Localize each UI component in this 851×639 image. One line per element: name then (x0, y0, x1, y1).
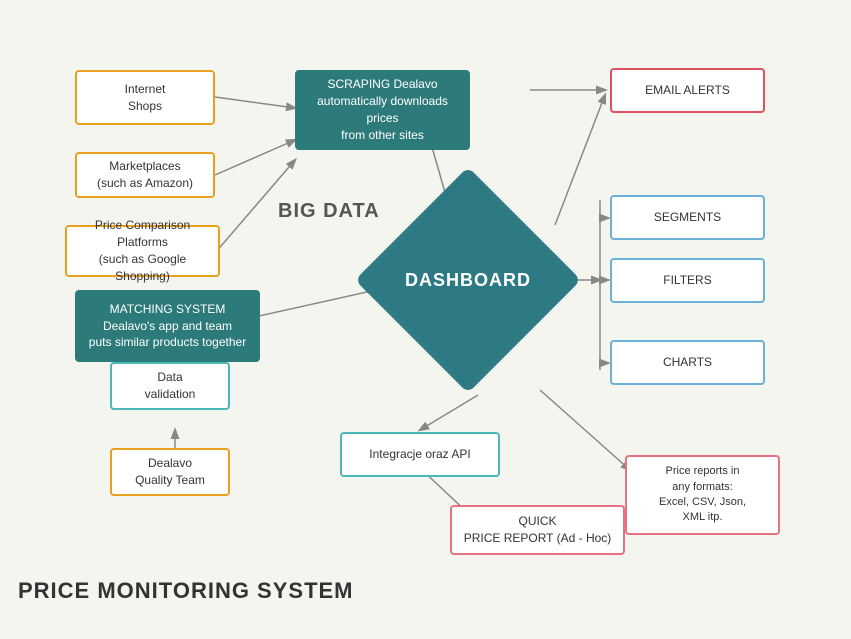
dashboard-label: DASHBOARD (388, 200, 548, 360)
email-alerts-box: EMAIL ALERTS (610, 68, 765, 113)
big-data-label: BIG DATA (278, 200, 380, 223)
quick-report-box: QUICK PRICE REPORT (Ad - Hoc) (450, 505, 625, 555)
page-title: PRICE MONITORING SYSTEM (18, 578, 354, 604)
charts-box: CHARTS (610, 340, 765, 385)
price-reports-box: Price reports in any formats: Excel, CSV… (625, 455, 780, 535)
internet-shops-box: Internet Shops (75, 70, 215, 125)
integrations-box: Integracje oraz API (340, 432, 500, 477)
scraping-box: SCRAPING Dealavo automatically downloads… (295, 70, 470, 150)
segments-box: SEGMENTS (610, 195, 765, 240)
marketplaces-box: Marketplaces (such as Amazon) (75, 152, 215, 198)
price-comparison-box: Price Comparison Platforms (such as Goog… (65, 225, 220, 277)
diagram: Internet Shops Marketplaces (such as Ama… (0, 0, 851, 639)
filters-box: FILTERS (610, 258, 765, 303)
data-validation-box: Data validation (110, 362, 230, 410)
matching-system-box: MATCHING SYSTEM Dealavo's app and team p… (75, 290, 260, 362)
dealavo-quality-box: Dealavo Quality Team (110, 448, 230, 496)
